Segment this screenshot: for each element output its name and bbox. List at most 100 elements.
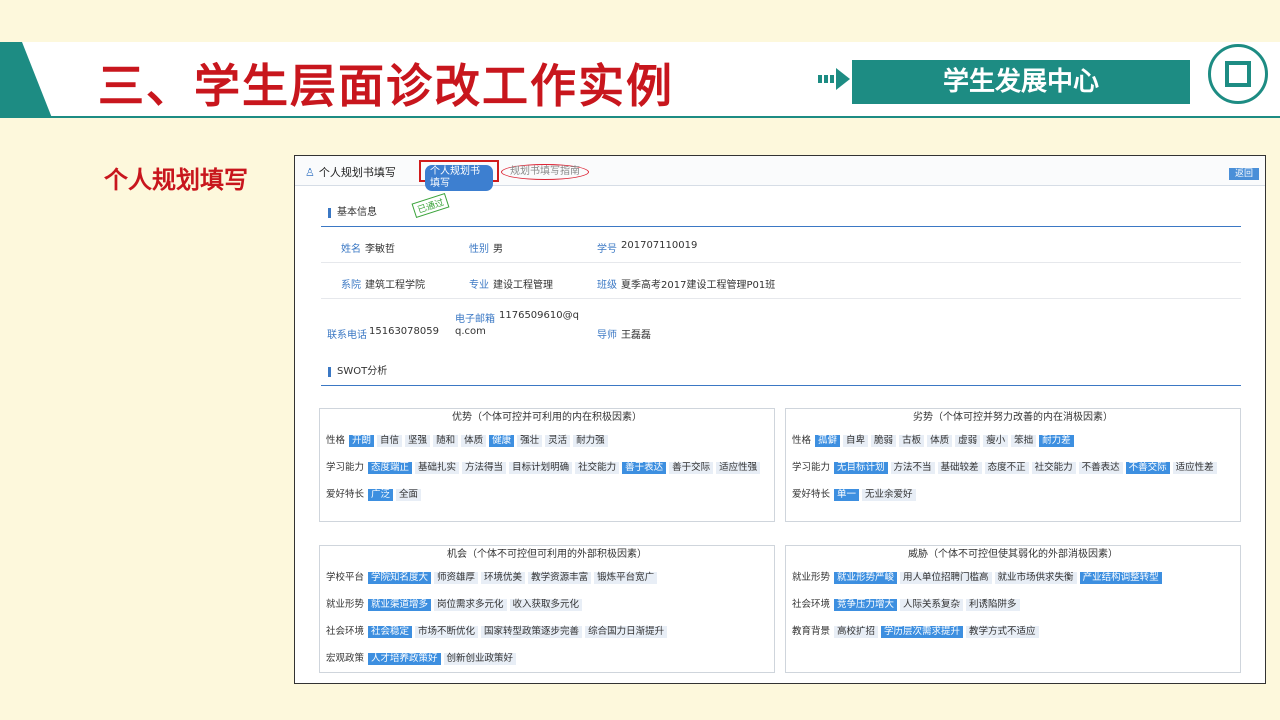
swot-tag[interactable]: 基础扎实 [415,462,460,474]
swot-tag[interactable]: 人才培养政策好 [368,653,441,665]
swot-row-label: 性格 [326,435,346,446]
swot-tag[interactable]: 教学方式不适应 [966,626,1039,638]
swot-row: 性格 开朗 自信 坚强 随和 体质 健康 强壮 灵活 耐力强 [326,432,611,447]
swot-row-label: 学习能力 [792,462,831,473]
swot-row-label: 教育背景 [792,626,831,637]
swot-tag[interactable]: 产业结构调整转型 [1079,572,1162,584]
swot-tag[interactable]: 就业形势严峻 [834,572,898,584]
row-divider [321,262,1241,263]
swot-tag[interactable]: 自信 [377,435,403,447]
swot-tag[interactable]: 健康 [489,435,515,447]
swot-tag[interactable]: 善于交际 [669,462,714,474]
swot-tag[interactable]: 方法不当 [890,462,935,474]
swot-row: 学习能力 无目标计划 方法不当 基础较差 态度不正 社交能力 不善表达 不善交际 适应性差 [792,459,1220,474]
swot-tag[interactable]: 广泛 [368,489,394,501]
tab-plan-active[interactable]: 个人规划书填写 [419,160,499,191]
swot-row: 宏观政策 人才培养政策好 创新创业政策好 [326,650,519,665]
swot-tag[interactable]: 国家转型政策逐步完善 [481,626,583,638]
user-icon: ♙ [305,166,315,179]
swot-row-label: 爱好特长 [326,489,365,500]
swot-tag[interactable]: 无目标计划 [834,462,888,474]
class-value: 夏季高考2017建设工程管理P01班 [621,280,776,291]
swot-tag[interactable]: 体质 [927,435,953,447]
swot-tag[interactable]: 社交能力 [1031,462,1076,474]
swot-row-label: 爱好特长 [792,489,831,500]
swot-tag[interactable]: 竞争压力增大 [834,599,898,611]
swot-tag[interactable]: 自卑 [843,435,869,447]
swot-tag[interactable]: 体质 [461,435,487,447]
swot-row: 学校平台 学院知名度大 师资雄厚 环境优美 教学资源丰富 锻炼平台宽广 [326,569,660,584]
swot-tag[interactable]: 坚强 [405,435,431,447]
swot-tag[interactable]: 随和 [433,435,459,447]
swot-card-title: 劣势（个体可控并努力改善的内在消极因素） [913,412,1113,423]
swot-tag[interactable]: 单一 [834,489,860,501]
tutor-label: 导师 [597,330,617,341]
swot-tag[interactable]: 适应性差 [1172,462,1217,474]
swot-tag[interactable]: 社交能力 [575,462,620,474]
swot-tag[interactable]: 全面 [396,489,422,501]
swot-row: 教育背景 高校扩招 学历层次需求提升 教学方式不适应 [792,623,1042,638]
swot-tag[interactable]: 耐力强 [573,435,608,447]
swot-tag[interactable]: 人际关系复杂 [900,599,964,611]
arrow-icon [818,68,850,90]
swot-tag[interactable]: 基础较差 [937,462,982,474]
swot-tag[interactable]: 锻炼平台宽广 [594,572,658,584]
swot-tag[interactable]: 学院知名度大 [368,572,432,584]
dept-value: 建筑工程学院 [365,280,425,291]
swot-tag[interactable]: 师资雄厚 [434,572,479,584]
name-value: 李敏哲 [365,244,395,255]
swot-tag[interactable]: 开朗 [349,435,375,447]
swot-tag[interactable]: 古板 [899,435,925,447]
swot-tag[interactable]: 市场不断优化 [415,626,479,638]
swot-tag[interactable]: 用人单位招聘门槛高 [900,572,992,584]
swot-tag[interactable]: 不善交际 [1125,462,1170,474]
swot-tag[interactable]: 就业市场供求失衡 [994,572,1077,584]
swot-tag[interactable]: 综合国力日渐提升 [585,626,668,638]
swot-tag[interactable]: 学历层次需求提升 [881,626,964,638]
swot-tag[interactable]: 利诱陷阱多 [966,599,1020,611]
swot-tag[interactable]: 耐力差 [1039,435,1074,447]
swot-row: 学习能力 态度端正 基础扎实 方法得当 目标计划明确 社交能力 善于表达 善于交际 适应性强 [326,459,763,474]
swot-tag[interactable]: 态度端正 [368,462,413,474]
tab-plan[interactable]: ♙ 个人规划书填写 [305,164,396,180]
swot-tag[interactable]: 环境优美 [481,572,526,584]
major-value: 建设工程管理 [493,280,553,291]
swot-tag[interactable]: 强壮 [517,435,543,447]
swot-card-title: 优势（个体可控并可利用的内在积极因素） [452,412,642,423]
tab-guide[interactable]: 规划书填写指南 [501,164,589,180]
swot-row-label: 学校平台 [326,572,365,583]
swot-tag[interactable]: 脆弱 [871,435,897,447]
approved-stamp: 已通过 [411,192,450,219]
swot-tag[interactable]: 方法得当 [462,462,507,474]
swot-tag[interactable]: 目标计划明确 [509,462,573,474]
swot-tag[interactable]: 高校扩招 [834,626,879,638]
swot-card-title: 机会（个体不可控但可利用的外部积极因素） [447,549,647,560]
swot-tag[interactable]: 适应性强 [716,462,761,474]
swot-tag[interactable]: 无业余爱好 [862,489,916,501]
swot-tag[interactable]: 瘦小 [983,435,1009,447]
school-logo-icon [1208,44,1268,104]
swot-tag[interactable]: 孤僻 [815,435,841,447]
swot-tag[interactable]: 态度不正 [984,462,1029,474]
swot-tag[interactable]: 灵活 [545,435,571,447]
swot-card-strengths: 优势（个体可控并可利用的内在积极因素） 性格 开朗 自信 坚强 随和 体质 健康 强壮 灵活 耐力强… [319,408,775,522]
swot-tag[interactable]: 就业渠道增多 [368,599,432,611]
swot-card-opportunities: 机会（个体不可控但可利用的外部积极因素） 学校平台 学院知名度大 师资雄厚 环境优美 教学… [319,545,775,673]
swot-row-label: 社会环境 [326,626,365,637]
swot-tag[interactable]: 收入获取多元化 [509,599,583,611]
slide-title: 三、学生层面诊改工作实例 [98,59,674,113]
app-screenshot: ♙ 个人规划书填写 个人规划书填写 规划书填写指南 返回 基本信息 已通过 姓名 … [294,155,1266,684]
back-button[interactable]: 返回 [1228,168,1259,180]
phone-label: 联系电话 [327,330,367,341]
swot-tag[interactable]: 教学资源丰富 [528,572,592,584]
swot-tag[interactable]: 岗位需求多元化 [434,599,507,611]
swot-tag[interactable]: 社会稳定 [368,626,413,638]
tab-plan-label: 个人规划书填写 [318,166,396,179]
swot-tag[interactable]: 虚弱 [955,435,981,447]
tab-active-label: 个人规划书填写 [425,165,493,191]
swot-tag[interactable]: 创新创业政策好 [443,653,517,665]
swot-tag[interactable]: 善于表达 [622,462,667,474]
swot-tag[interactable]: 笨拙 [1011,435,1037,447]
swot-tag[interactable]: 不善表达 [1078,462,1123,474]
class-label: 班级 [597,280,617,291]
